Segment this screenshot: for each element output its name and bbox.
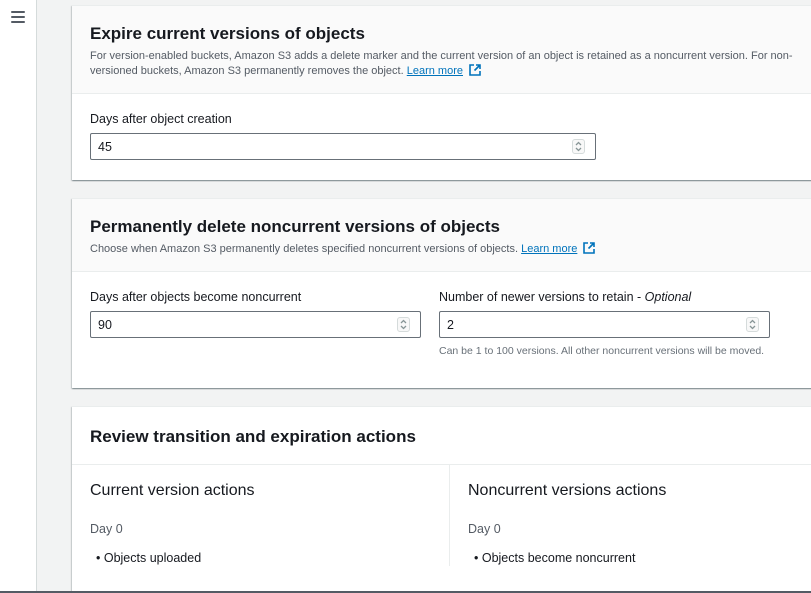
days-noncurrent-input[interactable] — [90, 311, 421, 338]
panel-header: Permanently delete noncurrent versions o… — [72, 199, 811, 272]
panel-header: Review transition and expiration actions — [72, 407, 811, 465]
external-link-icon[interactable] — [583, 242, 596, 254]
hamburger-menu-icon[interactable] — [11, 11, 25, 23]
side-navigation-rail — [0, 0, 37, 593]
panel-body: Days after objects become noncurrent Num… — [72, 272, 811, 376]
review-columns: Current version actions Day 0 Objects up… — [72, 465, 811, 566]
expire-current-versions-panel: Expire current versions of objects For v… — [72, 5, 811, 180]
panel-title: Review transition and expiration actions — [90, 427, 416, 446]
noncurrent-day-label: Day 0 — [468, 522, 501, 536]
number-stepper-icon[interactable] — [572, 139, 585, 154]
current-day-label: Day 0 — [90, 522, 123, 536]
panel-header: Expire current versions of objects For v… — [72, 6, 811, 94]
current-action-item: Objects uploaded — [90, 550, 431, 566]
panel-body: Days after object creation — [72, 94, 811, 178]
panel-description: Choose when Amazon S3 permanently delete… — [90, 242, 809, 257]
days-noncurrent-label: Days after objects become noncurrent — [90, 290, 302, 304]
noncurrent-actions-title: Noncurrent versions actions — [468, 482, 667, 499]
external-link-icon[interactable] — [469, 64, 481, 76]
current-version-actions: Current version actions Day 0 Objects up… — [72, 465, 449, 566]
number-stepper-icon[interactable] — [746, 317, 759, 332]
optional-tag: Optional — [644, 290, 692, 304]
number-stepper-icon[interactable] — [397, 317, 410, 332]
versions-retain-field[interactable] — [447, 312, 711, 337]
noncurrent-version-actions: Noncurrent versions actions Day 0 Object… — [449, 465, 811, 566]
panel-description: For version-enabled buckets, Amazon S3 a… — [90, 49, 809, 79]
review-actions-panel: Review transition and expiration actions… — [72, 406, 811, 593]
description-text: Choose when Amazon S3 permanently delete… — [90, 243, 519, 255]
learn-more-link[interactable]: Learn more — [407, 65, 463, 77]
delete-noncurrent-versions-panel: Permanently delete noncurrent versions o… — [72, 198, 811, 388]
panel-title: Expire current versions of objects — [90, 24, 365, 43]
fields-row: Days after objects become noncurrent Num… — [90, 289, 808, 358]
versions-retain-column: Number of newer versions to retain - Opt… — [439, 289, 770, 358]
days-after-creation-input[interactable] — [90, 133, 596, 160]
versions-retain-input[interactable] — [439, 311, 770, 338]
versions-retain-label: Number of newer versions to retain - Opt… — [439, 289, 770, 305]
days-after-creation-label: Days after object creation — [90, 112, 232, 126]
main-content: Expire current versions of objects For v… — [37, 0, 811, 593]
noncurrent-action-item: Objects become noncurrent — [468, 550, 808, 566]
learn-more-link[interactable]: Learn more — [521, 243, 577, 255]
versions-retain-label-text: Number of newer versions to retain - — [439, 290, 645, 304]
versions-retain-hint: Can be 1 to 100 versions. All other nonc… — [439, 345, 765, 357]
days-noncurrent-column: Days after objects become noncurrent — [90, 289, 421, 358]
current-actions-title: Current version actions — [90, 482, 255, 499]
days-noncurrent-field[interactable] — [98, 312, 362, 337]
panel-title: Permanently delete noncurrent versions o… — [90, 217, 501, 236]
days-after-creation-field[interactable] — [98, 134, 502, 159]
